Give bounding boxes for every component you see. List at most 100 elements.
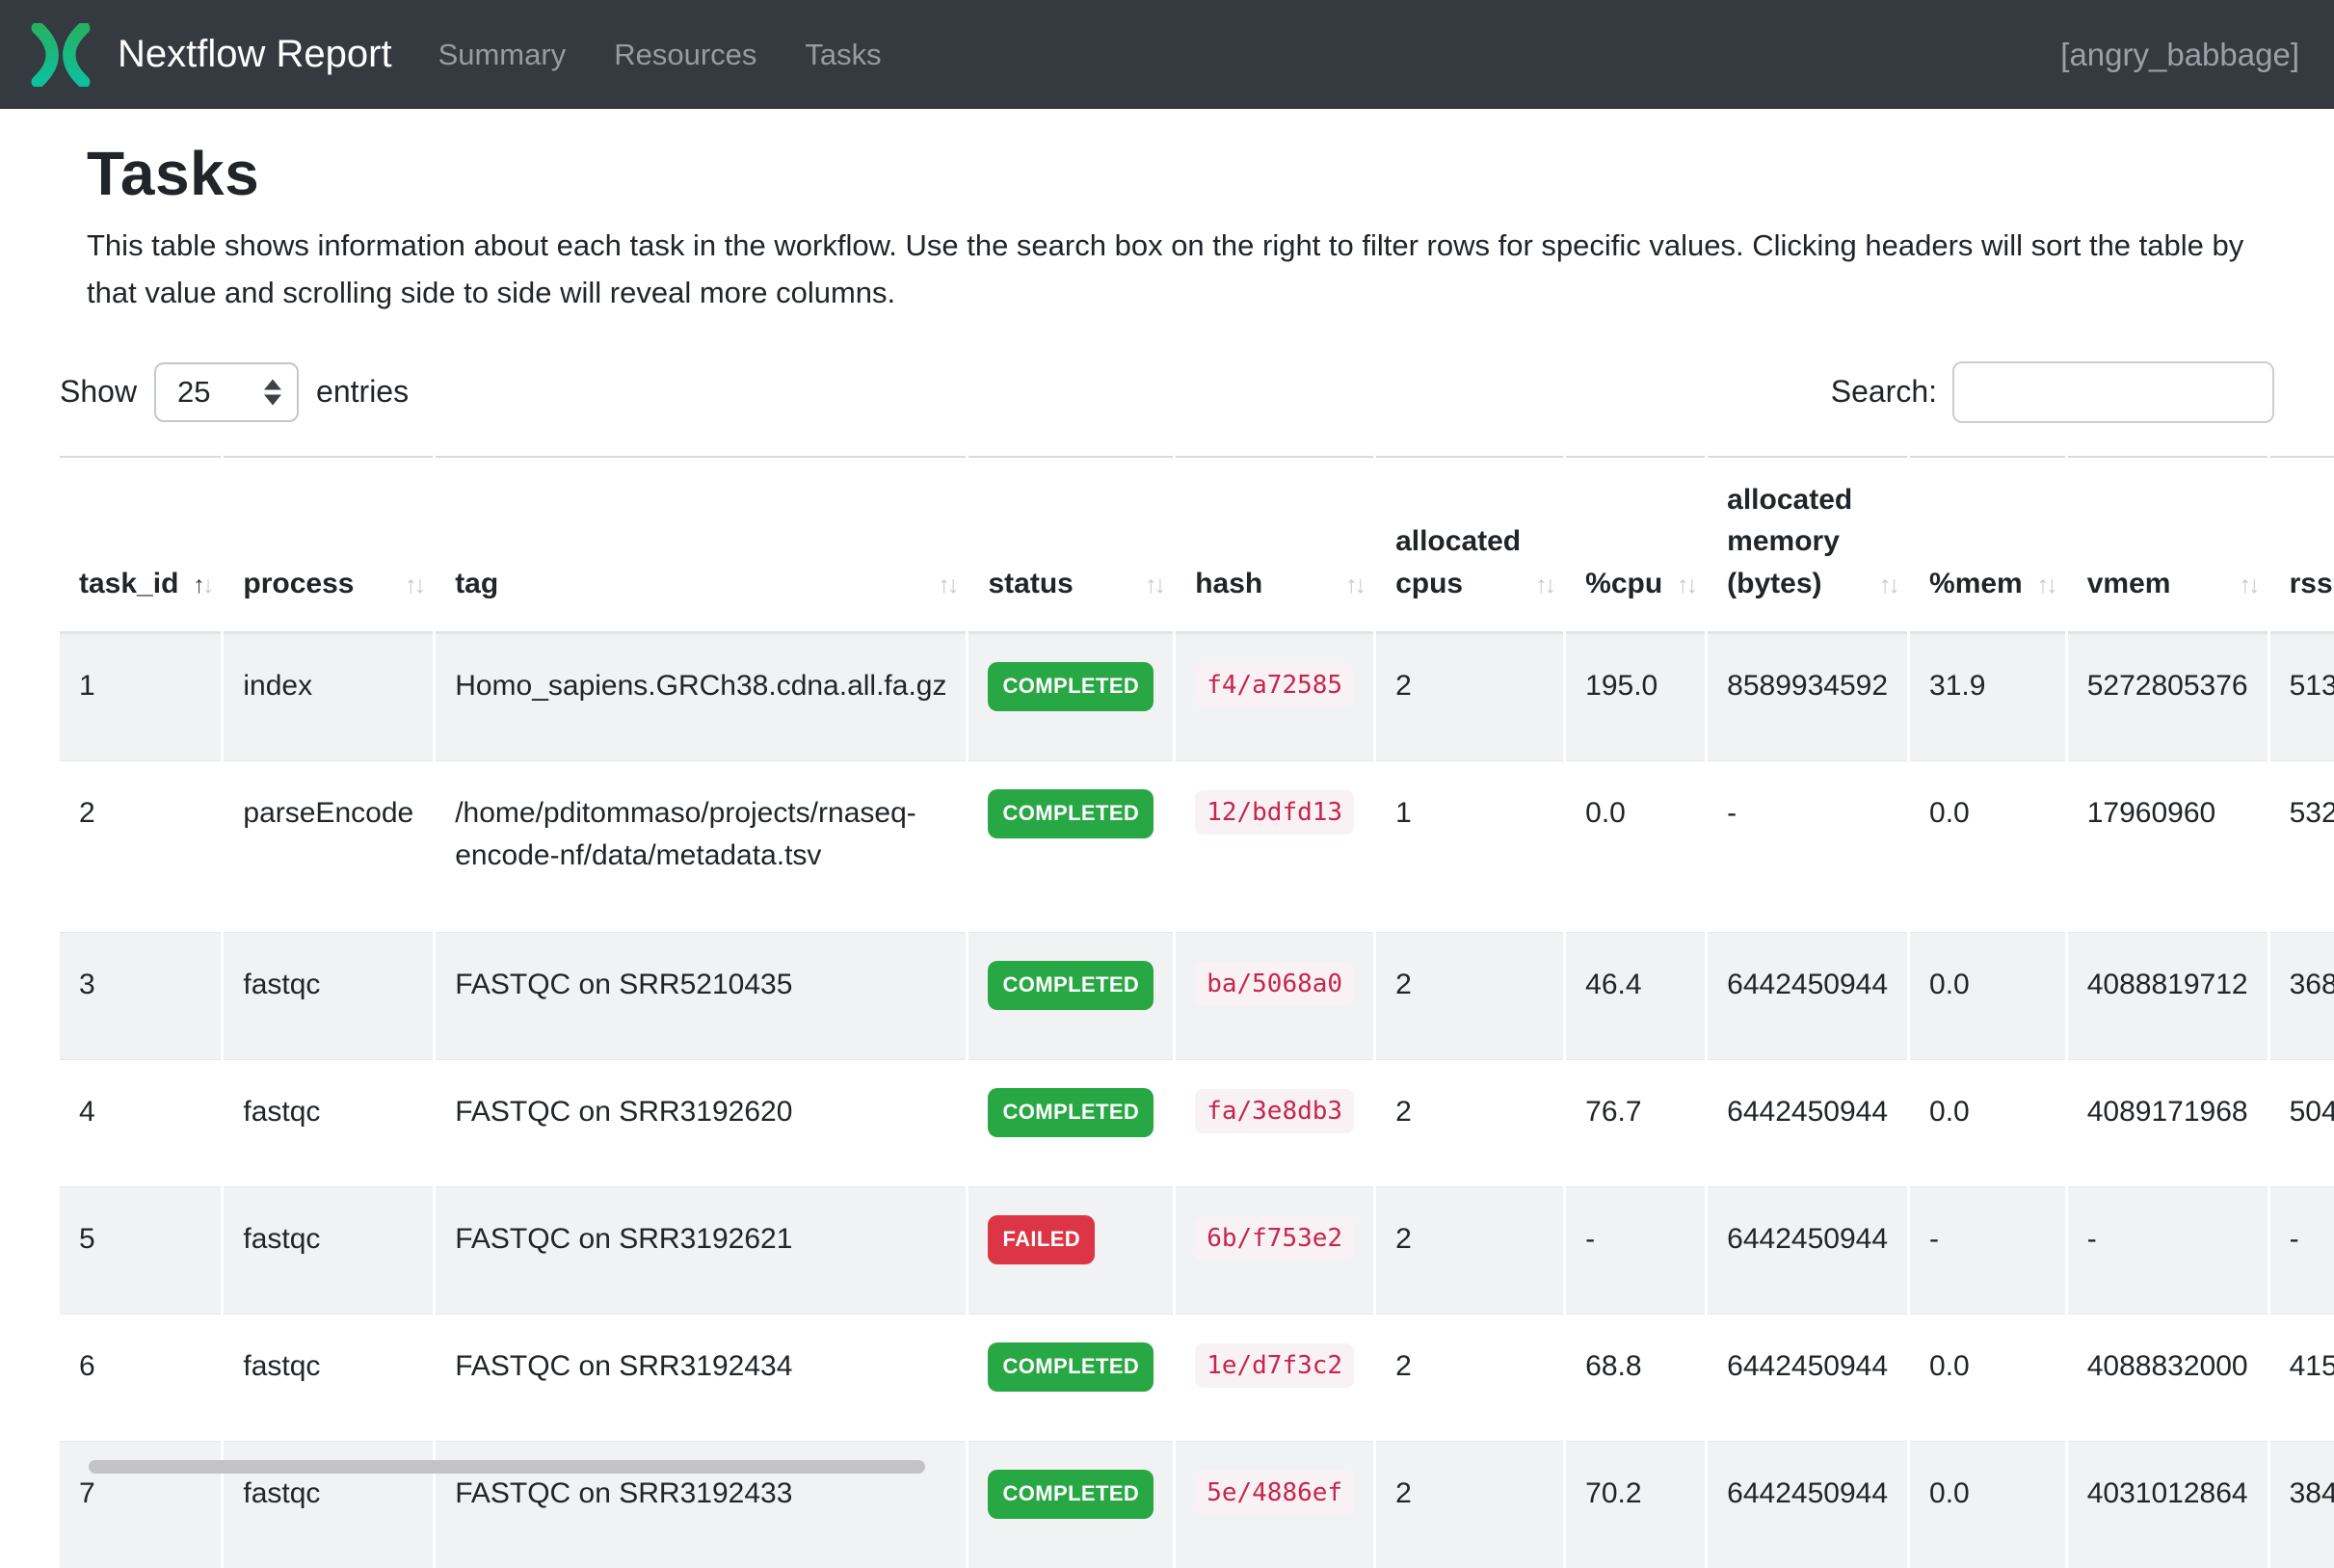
cell-tag: FASTQC on SRR3192621 bbox=[436, 1186, 966, 1314]
app-title: Nextflow Report bbox=[118, 33, 392, 76]
cell-rss: - bbox=[2270, 1186, 2334, 1314]
search-label: Search: bbox=[1831, 374, 1937, 410]
cell-status: COMPLETED bbox=[968, 633, 1173, 760]
cell-rss: 41530 bbox=[2270, 1314, 2334, 1441]
cell-pmem: - bbox=[1910, 1186, 2065, 1314]
cell-pcpu: 70.2 bbox=[1566, 1441, 1705, 1568]
nav-link-summary[interactable]: Summary bbox=[438, 38, 567, 72]
tasks-table: task_id↑↓process↑↓tag↑↓status↑↓hash↑↓all… bbox=[57, 456, 2334, 1568]
cell-status: COMPLETED bbox=[968, 760, 1173, 932]
search-input[interactable] bbox=[1952, 361, 2274, 423]
table-controls: Show 25 entries Search: bbox=[60, 361, 2274, 423]
column-header-cpus[interactable]: allocated cpus↑↓ bbox=[1376, 456, 1563, 634]
cell-tag: /home/pditommaso/projects/rnaseq-encode-… bbox=[436, 760, 966, 932]
column-header-status[interactable]: status↑↓ bbox=[968, 456, 1173, 634]
cell-cpus: 2 bbox=[1376, 1059, 1563, 1186]
navbar: Nextflow Report Summary Resources Tasks … bbox=[0, 0, 2334, 109]
nav-link-tasks[interactable]: Tasks bbox=[805, 38, 881, 72]
cell-rss: 51318 bbox=[2270, 633, 2334, 760]
column-header-process[interactable]: process↑↓ bbox=[224, 456, 433, 634]
cell-rss: 50498 bbox=[2270, 1059, 2334, 1186]
cell-status: COMPLETED bbox=[968, 932, 1173, 1059]
cell-status: COMPLETED bbox=[968, 1314, 1173, 1441]
cell-vmem: 4088832000 bbox=[2068, 1314, 2268, 1441]
cell-status: COMPLETED bbox=[968, 1441, 1173, 1568]
column-header-pcpu[interactable]: %cpu↑↓ bbox=[1566, 456, 1705, 634]
status-badge: FAILED bbox=[988, 1215, 1095, 1264]
cell-tag: FASTQC on SRR5210435 bbox=[436, 932, 966, 1059]
cell-hash: 5e/4886ef bbox=[1176, 1441, 1373, 1568]
cell-rss: 38431 bbox=[2270, 1441, 2334, 1568]
nextflow-logo-icon bbox=[31, 23, 91, 87]
cell-hash: f4/a72585 bbox=[1176, 633, 1373, 760]
cell-cpus: 2 bbox=[1376, 1186, 1563, 1314]
cell-hash: 6b/f753e2 bbox=[1176, 1186, 1373, 1314]
sort-arrows-icon: ↑↓ bbox=[193, 568, 211, 602]
show-label: Show bbox=[60, 374, 137, 410]
column-header-label: %cpu bbox=[1585, 568, 1662, 599]
cell-process: fastqc bbox=[224, 1186, 433, 1314]
cell-vmem: - bbox=[2068, 1186, 2268, 1314]
cell-pcpu: 76.7 bbox=[1566, 1059, 1705, 1186]
horizontal-scrollbar-thumb[interactable] bbox=[89, 1460, 925, 1474]
cell-hash: 1e/d7f3c2 bbox=[1176, 1314, 1373, 1441]
cell-process: fastqc bbox=[224, 1314, 433, 1441]
cell-vmem: 17960960 bbox=[2068, 760, 2268, 932]
cell-pmem: 0.0 bbox=[1910, 1441, 2065, 1568]
table-row: 1indexHomo_sapiens.GRCh38.cdna.all.fa.gz… bbox=[60, 633, 2334, 760]
table-row: 4fastqcFASTQC on SRR3192620COMPLETEDfa/3… bbox=[60, 1059, 2334, 1186]
cell-pmem: 0.0 bbox=[1910, 932, 2065, 1059]
column-header-label: status bbox=[988, 568, 1073, 599]
status-badge: COMPLETED bbox=[988, 1470, 1154, 1519]
sort-arrows-icon: ↑↓ bbox=[938, 568, 956, 602]
cell-memory: 6442450944 bbox=[1708, 1441, 1907, 1568]
sort-arrows-icon: ↑↓ bbox=[2037, 568, 2056, 602]
column-header-memory[interactable]: allocated memory (bytes)↑↓ bbox=[1708, 456, 1907, 634]
search-control: Search: bbox=[1831, 361, 2274, 423]
cell-status: FAILED bbox=[968, 1186, 1173, 1314]
cell-task_id: 3 bbox=[60, 932, 221, 1059]
hash-code: fa/3e8db3 bbox=[1195, 1089, 1354, 1133]
column-header-label: %mem bbox=[1929, 568, 2023, 599]
sort-arrows-icon: ↑↓ bbox=[1535, 568, 1553, 602]
column-header-rss[interactable]: rss↑↓ bbox=[2270, 456, 2334, 634]
cell-pcpu: 68.8 bbox=[1566, 1314, 1705, 1441]
table-row: 3fastqcFASTQC on SRR5210435COMPLETEDba/5… bbox=[60, 932, 2334, 1059]
cell-pcpu: 0.0 bbox=[1566, 760, 1705, 932]
nav-link-resources[interactable]: Resources bbox=[614, 38, 756, 72]
column-header-label: rss bbox=[2290, 568, 2333, 599]
column-header-hash[interactable]: hash↑↓ bbox=[1176, 456, 1373, 634]
cell-rss: 53248 bbox=[2270, 760, 2334, 932]
cell-cpus: 2 bbox=[1376, 1441, 1563, 1568]
hash-code: 5e/4886ef bbox=[1195, 1471, 1354, 1515]
column-header-label: vmem bbox=[2087, 568, 2171, 599]
cell-memory: 6442450944 bbox=[1708, 1314, 1907, 1441]
hash-code: ba/5068a0 bbox=[1195, 962, 1354, 1006]
cell-memory: 6442450944 bbox=[1708, 1186, 1907, 1314]
page-description: This table shows information about each … bbox=[60, 223, 2249, 317]
column-header-label: tag bbox=[455, 568, 498, 599]
status-badge: COMPLETED bbox=[988, 961, 1154, 1010]
page-length-control: Show 25 entries bbox=[60, 362, 409, 422]
column-header-task_id[interactable]: task_id↑↓ bbox=[60, 456, 221, 634]
cell-pcpu: 195.0 bbox=[1566, 633, 1705, 760]
column-header-vmem[interactable]: vmem↑↓ bbox=[2068, 456, 2268, 634]
cell-process: fastqc bbox=[224, 1059, 433, 1186]
cell-status: COMPLETED bbox=[968, 1059, 1173, 1186]
cell-tag: FASTQC on SRR3192620 bbox=[436, 1059, 966, 1186]
column-header-tag[interactable]: tag ↑↓ bbox=[436, 456, 966, 634]
entries-select[interactable]: 25 bbox=[154, 362, 299, 422]
entries-label: entries bbox=[316, 374, 409, 410]
hash-code: 12/bdfd13 bbox=[1195, 790, 1354, 835]
table-row: 6fastqcFASTQC on SRR3192434COMPLETED1e/d… bbox=[60, 1314, 2334, 1441]
table-row: 2parseEncode/home/pditommaso/projects/rn… bbox=[60, 760, 2334, 932]
cell-memory: 6442450944 bbox=[1708, 932, 1907, 1059]
cell-pmem: 0.0 bbox=[1910, 1314, 2065, 1441]
column-header-pmem[interactable]: %mem ↑↓ bbox=[1910, 456, 2065, 634]
cell-vmem: 5272805376 bbox=[2068, 633, 2268, 760]
cell-pmem: 0.0 bbox=[1910, 1059, 2065, 1186]
column-header-label: allocated memory (bytes) bbox=[1727, 484, 1852, 599]
status-badge: COMPLETED bbox=[988, 789, 1154, 838]
cell-vmem: 4088819712 bbox=[2068, 932, 2268, 1059]
column-header-label: process bbox=[243, 568, 354, 599]
